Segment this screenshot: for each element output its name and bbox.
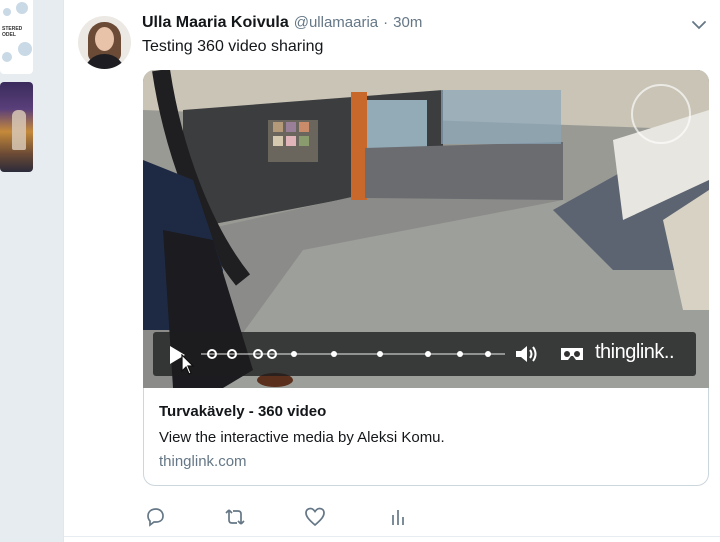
link-title[interactable]: Turvakävely - 360 video [159, 403, 326, 420]
video-progress-track[interactable] [201, 349, 505, 359]
volume-icon[interactable] [515, 344, 539, 364]
link-description: View the interactive media by Aleksi Kom… [159, 429, 445, 446]
diagram-circle [2, 52, 12, 62]
tweet-text: Testing 360 video sharing [142, 38, 324, 55]
diagram-circle [18, 42, 32, 56]
header-separator: · [383, 14, 389, 31]
progress-hotspot-marker[interactable] [425, 351, 431, 357]
view-orientation-ring [631, 84, 691, 144]
chevron-down-icon[interactable] [692, 20, 706, 30]
progress-hotspot-marker[interactable] [267, 349, 277, 359]
progress-hotspot-marker[interactable] [227, 349, 237, 359]
analytics-icon[interactable] [388, 506, 410, 528]
thumbnail-figure [12, 110, 26, 150]
thumbnail-caption: STERED ODEL [2, 26, 23, 38]
tweet-card[interactable]: Ulla Maaria Koivula @ullamaaria · 30m Te… [63, 0, 720, 542]
tweet-header: Ulla Maaria Koivula @ullamaaria · 30m [142, 14, 422, 32]
like-icon[interactable] [304, 506, 326, 528]
avatar[interactable] [78, 16, 131, 69]
progress-hotspot-marker[interactable] [331, 351, 337, 357]
progress-hotspot-marker[interactable] [377, 351, 383, 357]
progress-hotspot-marker[interactable] [291, 351, 297, 357]
link-domain: thinglink.com [159, 453, 247, 470]
vr-headset-icon[interactable] [559, 345, 585, 363]
tweet-divider [64, 536, 720, 537]
mouse-cursor-icon [181, 354, 195, 375]
sidebar-thumbnail-photo[interactable] [0, 82, 33, 172]
sidebar-thumbnail-diagram[interactable]: STERED ODEL [0, 0, 33, 74]
link-preview-card[interactable]: Turvakävely - 360 video View the interac… [143, 388, 709, 486]
progress-hotspot-marker[interactable] [485, 351, 491, 357]
thinglink-logo[interactable]: thinglink.. [595, 341, 675, 364]
reply-icon[interactable] [144, 506, 166, 528]
diagram-circle [16, 2, 28, 14]
progress-hotspot-marker[interactable] [457, 351, 463, 357]
progress-hotspot-marker[interactable] [207, 349, 217, 359]
author-handle[interactable]: @ullamaaria [294, 14, 378, 31]
timeline-left-strip: STERED ODEL [0, 0, 63, 542]
retweet-icon[interactable] [224, 506, 246, 528]
author-name[interactable]: Ulla Maaria Koivula [142, 14, 289, 32]
progress-hotspot-marker[interactable] [253, 349, 263, 359]
video-controls-bar: thinglink.. [153, 332, 696, 376]
tweet-actions [144, 506, 444, 530]
tweet-timestamp[interactable]: 30m [393, 14, 422, 31]
video-player[interactable]: thinglink.. [143, 70, 709, 388]
diagram-circle [3, 8, 11, 16]
